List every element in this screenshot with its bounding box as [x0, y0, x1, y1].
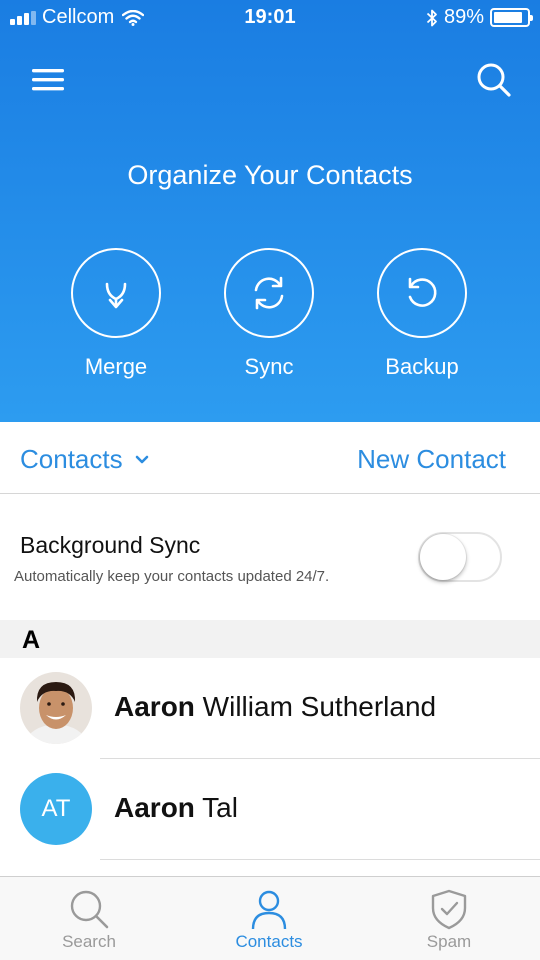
- avatar: AT: [20, 773, 92, 845]
- sync-icon: [254, 276, 284, 310]
- hamburger-icon: [32, 69, 64, 91]
- status-right: 89%: [426, 6, 533, 29]
- avatar-photo: [20, 672, 92, 744]
- tab-spam-label: Spam: [426, 932, 472, 951]
- background-sync-row: Background Sync Automatically keep your …: [0, 494, 540, 620]
- avatar: [20, 672, 92, 744]
- tab-contacts-label: Contacts: [235, 932, 303, 951]
- carrier-name: Cellcom: [42, 6, 115, 28]
- contact-row[interactable]: Aaron William Sutherland: [0, 658, 540, 759]
- merge-circle: [71, 248, 161, 338]
- search-icon: [70, 890, 109, 929]
- sync-button[interactable]: Sync: [223, 248, 315, 380]
- battery-percent: 89%: [443, 6, 484, 28]
- page-title: Organize Your Contacts: [127, 160, 413, 190]
- sync-circle: [224, 248, 314, 338]
- search-icon: [477, 63, 511, 97]
- sync-label: Sync: [244, 354, 294, 379]
- backup-icon: [408, 277, 437, 307]
- battery-fill: [494, 12, 523, 23]
- header-search-button[interactable]: [474, 60, 514, 100]
- wifi-icon: [122, 9, 145, 26]
- menu-button[interactable]: [28, 64, 68, 98]
- section-letter: A: [22, 626, 41, 654]
- new-contact-button[interactable]: New Contact: [357, 444, 506, 475]
- background-sync-toggle[interactable]: [418, 532, 502, 582]
- background-sync-title: Background Sync: [20, 532, 201, 558]
- battery-icon: [490, 8, 533, 27]
- tab-spam[interactable]: Spam: [389, 887, 509, 952]
- tab-bar: Search Contacts Spam: [0, 876, 540, 960]
- chevron-down-icon: [135, 455, 148, 463]
- status-left: Cellcom: [10, 6, 145, 29]
- background-sync-description: Automatically keep your contacts updated…: [14, 568, 330, 585]
- row-divider: [100, 859, 540, 860]
- header: Cellcom 19:01 89% Organize Your Contacts…: [0, 0, 540, 422]
- contact-row[interactable]: AT Aaron Tal: [0, 759, 540, 860]
- section-header-a: A: [0, 620, 540, 658]
- contacts-dropdown[interactable]: Contacts: [20, 444, 149, 475]
- backup-circle: [377, 248, 467, 338]
- merge-button[interactable]: Merge: [70, 248, 162, 380]
- merge-icon: [105, 282, 127, 309]
- contact-rest-name: William Sutherland: [194, 691, 437, 722]
- status-bar: Cellcom 19:01 89%: [0, 0, 540, 36]
- contact-rest-name: Tal: [194, 792, 238, 823]
- merge-label: Merge: [84, 354, 148, 379]
- tab-search-label: Search: [62, 932, 116, 951]
- person-icon: [251, 890, 287, 930]
- contact-name: Aaron Tal: [114, 792, 238, 824]
- contact-first-name: Aaron: [114, 792, 195, 823]
- tab-contacts[interactable]: Contacts: [209, 887, 329, 952]
- contact-first-name: Aaron: [114, 691, 195, 722]
- signal-icon: [10, 10, 36, 25]
- tab-search[interactable]: Search: [29, 887, 149, 952]
- contacts-dropdown-label: Contacts: [20, 444, 123, 474]
- backup-label: Backup: [385, 354, 459, 379]
- contacts-bar: Contacts New Contact: [0, 422, 540, 494]
- shield-check-icon: [431, 889, 467, 930]
- bluetooth-icon: [426, 9, 437, 26]
- contact-name: Aaron William Sutherland: [114, 691, 436, 723]
- backup-button[interactable]: Backup: [376, 248, 468, 380]
- toggle-knob: [420, 534, 466, 580]
